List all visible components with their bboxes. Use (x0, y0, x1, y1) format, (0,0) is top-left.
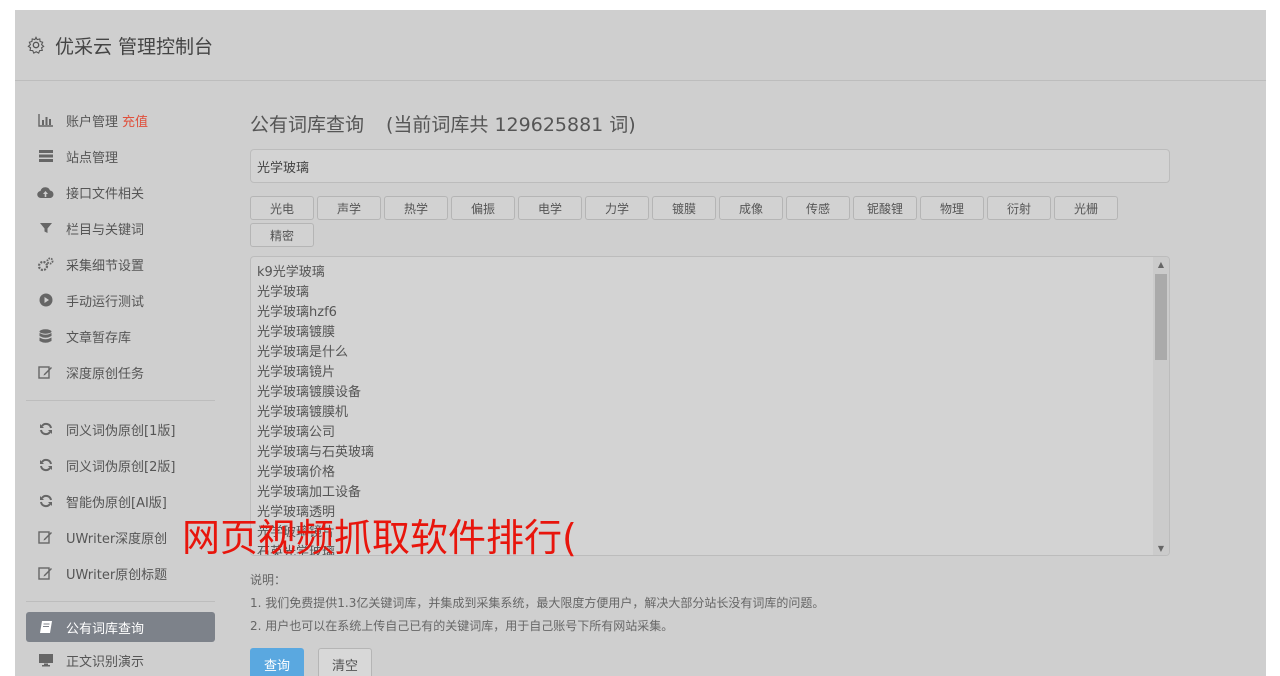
list-item: 光学玻璃加工设备 (257, 485, 362, 500)
tag-button[interactable]: 热学 (384, 196, 448, 220)
play-icon (37, 292, 54, 309)
sidebar: 账户管理 充值 站点管理 接口文件相关 栏目与关键词 采集细节设置 手动运行测试… (26, 102, 215, 676)
list-item: 光学玻璃镜片 (257, 365, 336, 380)
sidebar-item-synonym-v1[interactable]: 同义词伪原创[1版] (26, 411, 215, 447)
sidebar-item-public-lexicon[interactable]: 公有词库查询 (26, 612, 215, 642)
main-content: 公有词库查询 (当前词库共 129625881 词) 光电 声学 热学 偏振 电学… (250, 110, 1170, 676)
sidebar-item-label: 正文识别演示 (66, 654, 145, 670)
app-window: 优采云 管理控制台 账户管理 充值 站点管理 接口文件相关 栏目与关键词 采集细… (15, 10, 1266, 676)
sidebar-item-keywords[interactable]: 栏目与关键词 (26, 210, 215, 246)
scroll-down-icon[interactable]: ▼ (1153, 541, 1169, 555)
tag-button[interactable]: 物理 (920, 196, 984, 220)
page-title-text: 公有词库查询 (250, 114, 365, 136)
tag-button[interactable]: 声学 (317, 196, 381, 220)
sidebar-item-label: 深度原创任务 (66, 366, 145, 382)
keyword-search-input[interactable] (250, 149, 1170, 183)
book-icon (37, 619, 54, 636)
edit-icon (37, 565, 54, 582)
list-item: 光学玻璃hzf6 (257, 305, 337, 320)
refresh-icon (37, 421, 54, 438)
gear-icon (27, 36, 45, 54)
tag-button[interactable]: 力学 (585, 196, 649, 220)
overlay-caption: 网页视频抓取软件排行( (182, 516, 577, 560)
refresh-icon (37, 493, 54, 510)
monitor-icon (37, 652, 54, 669)
action-bar: 查询 清空 (250, 648, 1170, 676)
list-item: 光学玻璃 (257, 285, 310, 300)
list-item: 光学玻璃镀膜设备 (257, 385, 362, 400)
top-bar: 优采云 管理控制台 (15, 10, 1266, 81)
sidebar-item-label: 同义词伪原创[1版] (66, 423, 176, 439)
sidebar-item-label: 公有词库查询 (66, 621, 145, 637)
clear-button[interactable]: 清空 (318, 648, 372, 676)
sidebar-item-label: 接口文件相关 (66, 186, 145, 202)
notes-title: 说明： (250, 573, 287, 587)
refresh-icon (37, 457, 54, 474)
scroll-up-icon[interactable]: ▲ (1153, 257, 1169, 271)
sidebar-item-label: 站点管理 (66, 150, 119, 166)
sidebar-item-article-store[interactable]: 文章暂存库 (26, 318, 215, 354)
page-title: 公有词库查询 (当前词库共 129625881 词) (250, 110, 1170, 137)
tag-button[interactable]: 传感 (786, 196, 850, 220)
cogs-icon (37, 256, 54, 273)
category-tags: 光电 声学 热学 偏振 电学 力学 镀膜 成像 传感 铌酸锂 物理 衍射 光栅 … (250, 196, 1170, 247)
sidebar-item-label: 采集细节设置 (66, 258, 145, 274)
sidebar-item-label: 手动运行测试 (66, 294, 145, 310)
sidebar-item-label: 栏目与关键词 (66, 222, 145, 238)
lexicon-count: (当前词库共 129625881 词) (386, 114, 636, 136)
tag-button[interactable]: 电学 (518, 196, 582, 220)
tag-button[interactable]: 偏振 (451, 196, 515, 220)
scrollbar-thumb[interactable] (1155, 274, 1167, 360)
filter-icon (37, 220, 54, 237)
sidebar-item-sites[interactable]: 站点管理 (26, 138, 215, 174)
bar-chart-icon (37, 112, 54, 129)
sidebar-item-manual-run[interactable]: 手动运行测试 (26, 282, 215, 318)
tag-button[interactable]: 镀膜 (652, 196, 716, 220)
database-icon (37, 328, 54, 345)
app-title: 优采云 管理控制台 (55, 35, 214, 58)
list-item: 光学玻璃镀膜 (257, 325, 336, 340)
list-item: k9光学玻璃 (257, 265, 325, 280)
server-icon (37, 148, 54, 165)
sidebar-item-label: 同义词伪原创[2版] (66, 459, 176, 475)
tag-button[interactable]: 光电 (250, 196, 314, 220)
sidebar-divider (26, 400, 215, 401)
sidebar-item-synonym-v2[interactable]: 同义词伪原创[2版] (26, 447, 215, 483)
list-item: 光学玻璃价格 (257, 465, 336, 480)
recharge-link[interactable]: 充值 (122, 111, 148, 130)
tag-button[interactable]: 成像 (719, 196, 783, 220)
note-line: 2. 用户也可以在系统上传自己已有的关键词库，用于自己账号下所有网站采集。 (250, 619, 674, 633)
sidebar-item-deep-original[interactable]: 深度原创任务 (26, 354, 215, 390)
sidebar-item-account[interactable]: 账户管理 充值 (26, 102, 215, 138)
list-item: 光学玻璃与石英玻璃 (257, 445, 375, 460)
notes: 说明： 1. 我们免费提供1.3亿关键词库，并集成到采集系统，最大限度方便用户，… (250, 569, 1170, 638)
sidebar-item-text-recognition[interactable]: 正文识别演示 (26, 642, 215, 676)
list-item: 光学玻璃公司 (257, 425, 336, 440)
edit-icon (37, 364, 54, 381)
tag-button[interactable]: 衍射 (987, 196, 1051, 220)
sidebar-item-interface[interactable]: 接口文件相关 (26, 174, 215, 210)
sidebar-item-collect-settings[interactable]: 采集细节设置 (26, 246, 215, 282)
sidebar-divider (26, 601, 215, 602)
list-item: 光学玻璃镀膜机 (257, 405, 349, 420)
tag-button[interactable]: 精密 (250, 223, 314, 247)
sidebar-item-label: 文章暂存库 (66, 330, 132, 346)
sidebar-item-label: 智能伪原创[AI版] (66, 495, 167, 511)
sidebar-item-label: UWriter深度原创 (66, 531, 168, 547)
list-item: 光学玻璃是什么 (257, 345, 349, 360)
tag-button[interactable]: 铌酸锂 (853, 196, 917, 220)
edit-icon (37, 529, 54, 546)
note-line: 1. 我们免费提供1.3亿关键词库，并集成到采集系统，最大限度方便用户，解决大部… (250, 596, 825, 610)
query-button[interactable]: 查询 (250, 648, 304, 676)
tag-button[interactable]: 光栅 (1054, 196, 1118, 220)
cloud-upload-icon (37, 184, 54, 201)
results-scrollbar[interactable]: ▲ ▼ (1153, 257, 1169, 555)
sidebar-item-label: 账户管理 (66, 114, 119, 130)
sidebar-item-label: UWriter原创标题 (66, 567, 168, 583)
